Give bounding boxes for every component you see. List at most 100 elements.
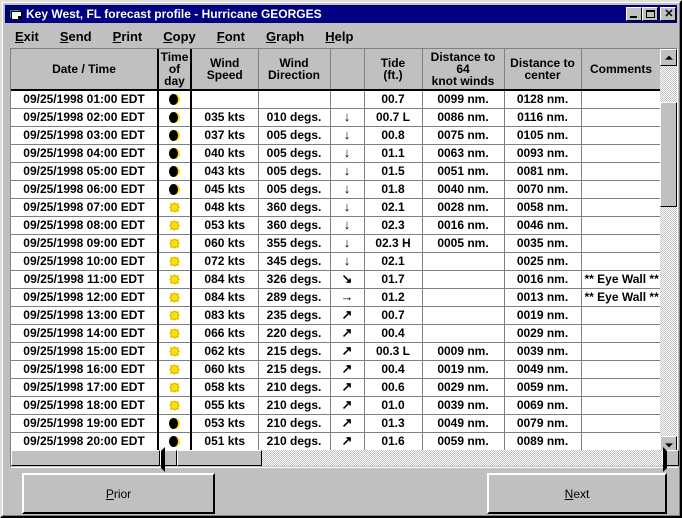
table-row[interactable]: 09/25/1998 06:00 EDT 045 kts 005 degs. ↓ 01.… [11,180,661,199]
cell-tide[interactable]: 00.7 [364,306,423,325]
cell-distcenter[interactable]: 0089 nm. [504,432,582,451]
cell-comments[interactable] [581,90,661,109]
horizontal-scroll-thumb[interactable] [177,450,262,466]
cell-distcenter[interactable]: 0039 nm. [504,342,582,361]
table-row[interactable]: 09/25/1998 05:00 EDT 043 kts 005 degs. ↓ 01.… [11,162,661,181]
cell-datetime[interactable]: 09/25/1998 02:00 EDT [11,108,159,127]
cell-distcenter[interactable]: 0019 nm. [504,306,582,325]
cell-winddirection[interactable]: 360 degs. [258,216,331,235]
cell-winddirection[interactable]: 326 degs. [258,270,331,289]
cell-timeofday[interactable] [158,288,192,307]
next-button[interactable]: Next [487,473,667,514]
cell-datetime[interactable]: 09/25/1998 20:00 EDT [11,432,159,451]
scroll-left-button[interactable] [160,447,177,472]
cell-timeofday[interactable] [158,126,192,145]
column-header-winddirection[interactable]: Wind Direction [258,49,331,91]
cell-winddirection[interactable] [258,90,331,109]
cell-windarrow[interactable]: ↓ [330,252,365,271]
cell-distcenter[interactable]: 0070 nm. [504,180,582,199]
cell-timeofday[interactable] [158,144,192,163]
cell-comments[interactable] [581,342,661,361]
cell-datetime[interactable]: 09/25/1998 07:00 EDT [11,198,159,217]
cell-datetime[interactable]: 09/25/1998 18:00 EDT [11,396,159,415]
close-button[interactable]: ✕ [660,7,676,21]
table-row[interactable]: 09/25/1998 13:00 EDT 083 kts 235 degs. ↗ 00.… [11,306,661,325]
vertical-scrollbar[interactable] [660,49,677,453]
cell-dist64[interactable]: 0040 nm. [422,180,505,199]
cell-comments[interactable] [581,216,661,235]
table-row[interactable]: 09/25/1998 17:00 EDT 058 kts 210 degs. ↗ 00.… [11,378,661,397]
column-header-comments[interactable]: Comments [581,49,661,91]
cell-comments[interactable] [581,324,661,343]
forecast-grid[interactable]: Date / Time Time of day Wind Speed Wind Dire… [11,49,661,453]
cell-comments[interactable] [581,126,661,145]
menu-item-exit[interactable]: Exit [15,29,39,44]
cell-dist64[interactable]: 0075 nm. [422,126,505,145]
cell-tide[interactable]: 01.5 [364,162,423,181]
cell-distcenter[interactable]: 0058 nm. [504,198,582,217]
cell-windspeed[interactable]: 048 kts [191,198,259,217]
cell-timeofday[interactable] [158,306,192,325]
cell-timeofday[interactable] [158,90,192,109]
cell-windspeed[interactable]: 083 kts [191,306,259,325]
cell-windarrow[interactable]: ↓ [330,216,365,235]
cell-windspeed[interactable]: 037 kts [191,126,259,145]
table-row[interactable]: 09/25/1998 03:00 EDT 037 kts 005 degs. ↓ 00.… [11,126,661,145]
cell-dist64[interactable]: 0099 nm. [422,90,505,109]
table-row[interactable]: 09/25/1998 08:00 EDT 053 kts 360 degs. ↓ 02.… [11,216,661,235]
column-header-windarrow[interactable] [330,49,365,91]
cell-timeofday[interactable] [158,342,192,361]
cell-windspeed[interactable]: 084 kts [191,270,259,289]
table-row[interactable]: 09/25/1998 04:00 EDT 040 kts 005 degs. ↓ 01.… [11,144,661,163]
cell-comments[interactable] [581,378,661,397]
cell-timeofday[interactable] [158,216,192,235]
cell-datetime[interactable]: 09/25/1998 10:00 EDT [11,252,159,271]
column-header-dist64[interactable]: Distance to 64 knot winds [422,49,505,91]
cell-winddirection[interactable]: 235 degs. [258,306,331,325]
cell-dist64[interactable]: 0009 nm. [422,342,505,361]
table-row[interactable]: 09/25/1998 20:00 EDT 051 kts 210 degs. ↗ 01.… [11,432,661,451]
cell-datetime[interactable]: 09/25/1998 19:00 EDT [11,414,159,433]
cell-dist64[interactable] [422,306,505,325]
cell-dist64[interactable]: 0039 nm. [422,396,505,415]
cell-distcenter[interactable]: 0029 nm. [504,324,582,343]
cell-windarrow[interactable]: ↗ [330,360,365,379]
cell-winddirection[interactable]: 210 degs. [258,432,331,451]
table-row[interactable]: 09/25/1998 16:00 EDT 060 kts 215 degs. ↗ 00.… [11,360,661,379]
cell-tide[interactable]: 00.4 [364,360,423,379]
cell-comments[interactable] [581,396,661,415]
cell-distcenter[interactable]: 0105 nm. [504,126,582,145]
cell-comments[interactable] [581,198,661,217]
table-row[interactable]: 09/25/1998 12:00 EDT 084 kts 289 degs. → 01.… [11,288,661,307]
cell-dist64[interactable] [422,270,505,289]
cell-winddirection[interactable]: 005 degs. [258,126,331,145]
cell-timeofday[interactable] [158,414,192,433]
column-header-distcenter[interactable]: Distance to center [504,49,582,91]
cell-windarrow[interactable]: → [330,288,365,307]
cell-distcenter[interactable]: 0093 nm. [504,144,582,163]
cell-dist64[interactable]: 0016 nm. [422,216,505,235]
cell-windarrow[interactable]: ↗ [330,306,365,325]
cell-windspeed[interactable]: 058 kts [191,378,259,397]
cell-tide[interactable]: 00.7 [364,90,423,109]
cell-windspeed[interactable]: 055 kts [191,396,259,415]
cell-dist64[interactable]: 0086 nm. [422,108,505,127]
cell-windarrow[interactable]: ↓ [330,126,365,145]
cell-tide[interactable]: 02.1 [364,252,423,271]
cell-distcenter[interactable]: 0116 nm. [504,108,582,127]
cell-comments[interactable] [581,252,661,271]
cell-datetime[interactable]: 09/25/1998 11:00 EDT [11,270,159,289]
cell-datetime[interactable]: 09/25/1998 03:00 EDT [11,126,159,145]
cell-tide[interactable]: 01.1 [364,144,423,163]
cell-windarrow[interactable]: ↓ [330,180,365,199]
title-bar[interactable]: Key West, FL forecast profile - Hurrican… [5,5,677,23]
cell-windspeed[interactable]: 040 kts [191,144,259,163]
table-row[interactable]: 09/25/1998 01:00 EDT 00.7 0099 nm. 0128 nm. [11,90,661,109]
cell-dist64[interactable]: 0029 nm. [422,378,505,397]
cell-datetime[interactable]: 09/25/1998 04:00 EDT [11,144,159,163]
minimize-button[interactable] [626,7,642,21]
cell-datetime[interactable]: 09/25/1998 13:00 EDT [11,306,159,325]
cell-comments[interactable] [581,234,661,253]
cell-winddirection[interactable]: 355 degs. [258,234,331,253]
cell-windarrow[interactable]: ↗ [330,324,365,343]
